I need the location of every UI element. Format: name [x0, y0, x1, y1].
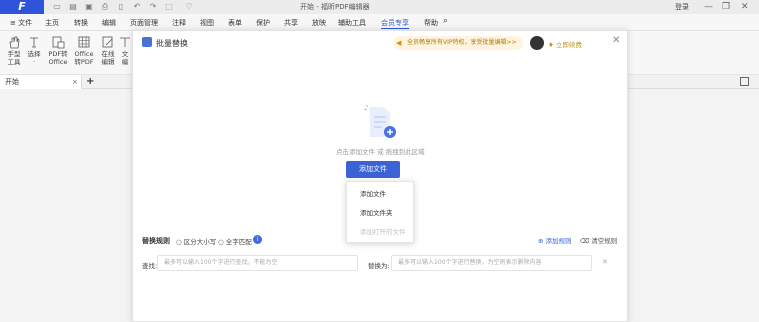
close-icon[interactable]: ✕: [741, 1, 749, 13]
avatar[interactable]: [530, 36, 544, 50]
new-tab-button[interactable]: +: [86, 75, 94, 88]
office-to-pdf-tool[interactable]: Office 转PDF: [72, 36, 96, 66]
info-icon[interactable]: i: [253, 235, 262, 244]
replace-input[interactable]: 最多可以输入100个字进行替换，为空则表示删除内容: [391, 255, 592, 271]
menu-present[interactable]: 放映: [312, 18, 326, 28]
tab-start[interactable]: 开始: [0, 75, 82, 89]
vip-promo-banner[interactable]: 全员畅享所有VIP特权，享受批量编辑>>: [393, 36, 523, 50]
menu-protect[interactable]: 保护: [256, 18, 270, 28]
office-to-pdf-icon: [78, 36, 90, 48]
megaphone-icon: ◀: [396, 39, 402, 47]
clear-rules-label: 清空规则: [591, 237, 618, 245]
menu-help[interactable]: 帮助: [424, 18, 438, 28]
text-edit-tool[interactable]: 文 编: [118, 36, 132, 66]
menu-convert[interactable]: 转换: [74, 18, 88, 28]
pdf-to-office-label: PDF转 Office: [48, 50, 68, 66]
text-edit-label: 文 编: [121, 50, 129, 66]
menu-edit[interactable]: 编辑: [102, 18, 116, 28]
replace-rules-label: 替换规则: [142, 237, 170, 245]
doc-icon[interactable]: ▯: [116, 2, 126, 12]
menu-file[interactable]: ≡ 文件: [10, 18, 32, 28]
dropdown-add-folder[interactable]: 添加文件夹: [347, 205, 413, 222]
add-file-illustration-icon: [363, 104, 396, 138]
heart-icon[interactable]: ♡: [184, 2, 194, 12]
add-rule-button[interactable]: ⊕ 添加规则: [538, 235, 572, 245]
menu-tools[interactable]: 辅助工具: [338, 18, 366, 28]
text-edit-icon: [120, 37, 130, 47]
find-input[interactable]: 最多可以输入100个字进行查找，不能为空: [157, 255, 358, 271]
print-icon[interactable]: ⎙: [100, 2, 110, 12]
case-sensitive-option[interactable]: ○ 区分大小写: [176, 236, 216, 246]
hand-tool-label: 手型 工具: [7, 50, 21, 66]
title-bar: [0, 0, 759, 14]
redo-icon[interactable]: ↷: [148, 2, 158, 12]
add-rule-label: 添加规则: [545, 237, 572, 245]
menu-view[interactable]: 视图: [200, 18, 214, 28]
drop-hint: 点击添加文件 或 拖拽到此区域: [336, 148, 425, 156]
whole-word-label: 全字匹配: [225, 238, 252, 246]
menu-comment[interactable]: 注释: [172, 18, 186, 28]
app-window: F ▭ ▤ ▣ ⎙ ▯ ↶ ↷ ⬚ ♡ 开始 - 福昕PDF编辑器 登录 — ❐…: [0, 0, 759, 322]
add-file-button[interactable]: 添加文件: [346, 161, 400, 178]
whole-word-option[interactable]: ○ 全字匹配: [218, 236, 252, 246]
clear-rules-button[interactable]: ⌫ 清空规则: [580, 235, 617, 245]
dialog-close-icon[interactable]: ✕: [612, 35, 620, 46]
menu-file-label: 文件: [18, 19, 33, 27]
batch-replace-icon: [142, 37, 152, 47]
menu-page-manage[interactable]: 页面管理: [130, 18, 158, 28]
panel-toggle-icon[interactable]: [740, 77, 749, 86]
dropdown-add-open-files: 添加打开的文件: [360, 228, 406, 236]
select-icon: [30, 37, 38, 48]
save-icon[interactable]: ▣: [84, 2, 94, 12]
remove-rule-icon[interactable]: ✕: [602, 258, 608, 266]
dialog-title: 批量替换: [156, 39, 188, 48]
hand-icon: [9, 36, 20, 49]
edit-online-label: 在线 编辑: [101, 50, 115, 66]
cursor-icon[interactable]: ⬚: [164, 2, 174, 12]
edit-online-tool[interactable]: 在线 编辑: [96, 36, 120, 66]
vip-renew-link[interactable]: ♦ 立即续费: [548, 39, 582, 49]
folder-icon[interactable]: ▤: [68, 2, 78, 12]
tab-close-icon[interactable]: ×: [72, 75, 78, 89]
menu-vip[interactable]: 会员专享: [381, 18, 409, 29]
menu-share[interactable]: 共享: [284, 18, 298, 28]
pdf-to-office-tool[interactable]: PDF转 Office: [46, 36, 70, 66]
add-file-dropdown: 添加文件 添加文件夹 添加打开的文件: [346, 181, 414, 243]
menu-home[interactable]: 主页: [45, 18, 59, 28]
vip-renew-label: 立即续费: [555, 41, 582, 49]
edit-online-icon: [102, 36, 113, 48]
minimize-icon[interactable]: —: [704, 1, 713, 13]
select-tool[interactable]: 选择 ·: [22, 36, 46, 66]
open-icon[interactable]: ▭: [52, 2, 62, 12]
office-to-pdf-label: Office 转PDF: [74, 50, 94, 66]
undo-icon[interactable]: ↶: [132, 2, 142, 12]
login-link[interactable]: 登录: [675, 2, 689, 12]
select-tool-label: 选择 ·: [27, 50, 41, 66]
maximize-icon[interactable]: ❐: [722, 1, 730, 13]
case-sensitive-label: 区分大小写: [183, 238, 217, 246]
search-icon[interactable]: ⌕: [443, 16, 448, 26]
menu-form[interactable]: 表单: [228, 18, 242, 28]
window-title: 开始 - 福昕PDF编辑器: [300, 3, 370, 11]
pdf-to-office-icon: [52, 36, 65, 49]
replace-label: 替换为:: [368, 262, 390, 270]
dropdown-add-file[interactable]: 添加文件: [347, 186, 413, 203]
app-logo[interactable]: F: [0, 0, 44, 14]
find-label: 查找:: [142, 262, 158, 270]
